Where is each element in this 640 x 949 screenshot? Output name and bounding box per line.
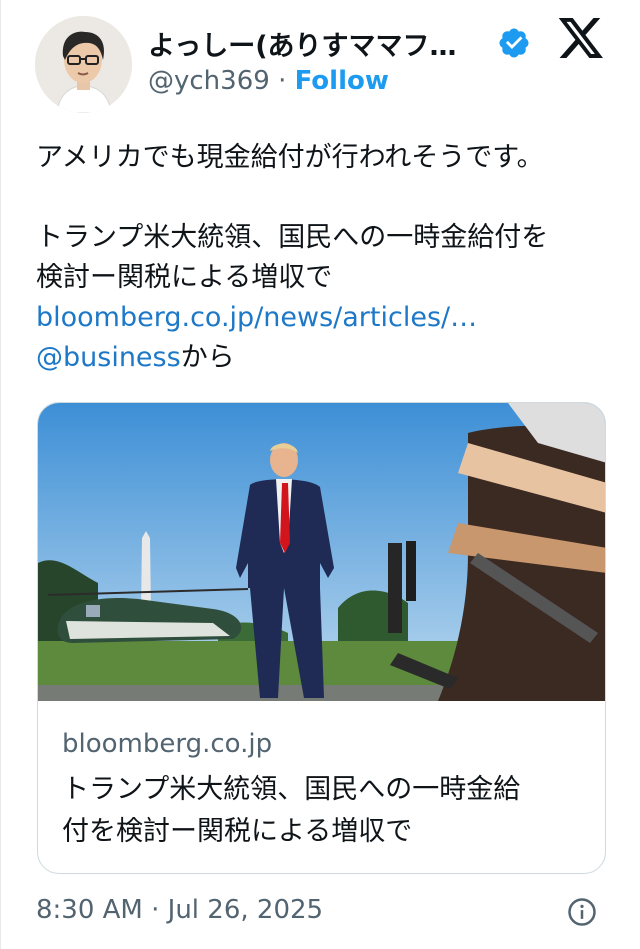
mention-line: @businessから [36, 338, 235, 378]
follow-button[interactable]: Follow [295, 66, 389, 96]
card-title-line-1: トランプ米大統領、国民への一時金給 [62, 774, 521, 805]
author-name-row: よっしー(ありすママフ… [148, 22, 457, 64]
x-logo-icon[interactable] [557, 18, 605, 62]
mention-link[interactable]: @business [36, 342, 181, 373]
tweet-text-line-1: アメリカでも現金給付が行われそうです。 [36, 142, 544, 173]
tweet-timestamp[interactable]: 8:30 AM · Jul 26, 2025 [36, 895, 323, 925]
tweet-text-line-3: 検討ー関税による増収で [36, 262, 333, 293]
article-link[interactable]: bloomberg.co.jp/news/articles/… [36, 298, 477, 338]
card-domain: bloomberg.co.jp [62, 729, 273, 759]
tweet-card: よっしー(ありすママフ… @ych369 · Follow アメリカでも現金給付… [0, 0, 640, 949]
info-icon[interactable] [567, 897, 597, 927]
author-handle[interactable]: @ych369 [148, 66, 270, 96]
verified-badge-icon [499, 28, 529, 58]
avatar-photo [35, 16, 132, 113]
tweet-text-line-2: トランプ米大統領、国民への一時金給付を [36, 222, 549, 253]
mention-suffix: から [180, 342, 235, 373]
article-image [38, 403, 605, 701]
avatar[interactable] [35, 16, 132, 113]
author-display-name[interactable]: よっしー(ありすママフ… [148, 24, 457, 63]
separator-dot: · [278, 66, 287, 96]
author-handle-row: @ych369 · Follow [148, 66, 389, 96]
link-preview-card[interactable]: bloomberg.co.jp トランプ米大統領、国民への一時金給 付を検討ー関… [37, 402, 606, 874]
card-title-line-2: 付を検討ー関税による増収で [62, 816, 413, 847]
